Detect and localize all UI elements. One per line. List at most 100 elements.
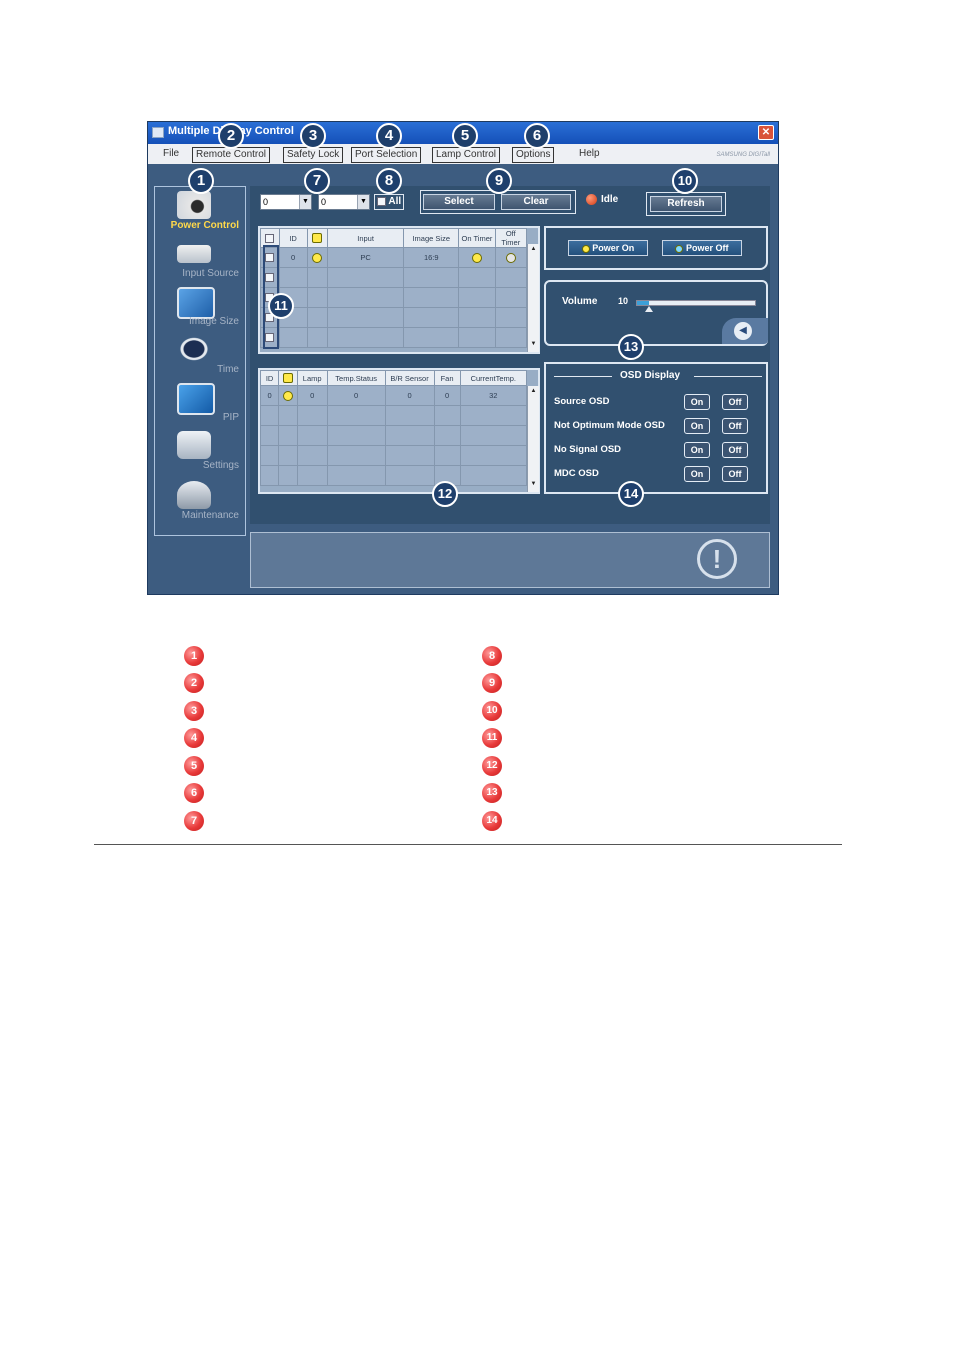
scroll-up-icon[interactable]: ▲ — [528, 244, 539, 255]
select-button[interactable]: Select — [423, 194, 495, 210]
volume-thumb[interactable] — [644, 306, 653, 312]
table-row[interactable]: 0 PC 16:9 — [260, 247, 528, 268]
table-row[interactable] — [260, 287, 528, 308]
legend-badge-7: 7 — [184, 811, 204, 831]
display-grid: ID Input Image Size On Timer Off Timer 0… — [260, 228, 528, 348]
legend-badge-8: 8 — [482, 646, 502, 666]
sidebar-label: Power Control — [170, 220, 239, 231]
power-on-button[interactable]: Power On — [568, 240, 648, 256]
settings-icon — [177, 431, 211, 459]
status-grid-panel: ID Lamp Temp.Status B/R Sensor Fan Curre… — [258, 368, 540, 494]
legend-badge-6: 6 — [184, 783, 204, 803]
table-row[interactable] — [259, 405, 528, 426]
menu-remote-control[interactable]: Remote Control — [192, 147, 271, 163]
volume-slider[interactable] — [636, 300, 756, 312]
sidebar-label: Image Size — [188, 316, 239, 327]
no-signal-osd-on-button[interactable]: On — [684, 442, 710, 458]
table-row[interactable] — [260, 267, 528, 288]
sidebar-item-input-source[interactable]: Input Source — [155, 237, 245, 285]
power-status-header — [278, 370, 298, 386]
menu-safety-lock[interactable]: Safety Lock — [283, 147, 344, 163]
close-button[interactable]: ✕ — [758, 125, 774, 140]
sidebar-label: Time — [217, 364, 239, 375]
legend-badge-12: 12 — [482, 756, 502, 776]
menu-lamp-control[interactable]: Lamp Control — [432, 147, 501, 163]
source-osd-on-button[interactable]: On — [684, 394, 710, 410]
callout-3: 3 — [300, 123, 326, 149]
column-header: B/R Sensor — [384, 370, 435, 386]
led-icon — [282, 390, 293, 401]
power-status-icon — [282, 373, 293, 383]
legend-badge-3: 3 — [184, 701, 204, 721]
table-row[interactable] — [259, 425, 528, 446]
power-on-label: Power On — [592, 243, 635, 253]
grid2-scrollbar[interactable]: ▲ ▼ — [527, 386, 539, 492]
scroll-up-icon[interactable]: ▲ — [528, 386, 539, 397]
menu-help[interactable]: Help — [576, 147, 603, 161]
refresh-button[interactable]: Refresh — [650, 196, 722, 212]
osd-title-rule — [694, 376, 762, 377]
table-row[interactable] — [260, 327, 528, 348]
scroll-down-icon[interactable]: ▼ — [528, 479, 539, 490]
sidebar-label: Settings — [202, 460, 239, 471]
column-header: Image Size — [403, 228, 460, 248]
legend-badge-9: 9 — [482, 673, 502, 693]
legend-badge-10: 10 — [482, 701, 502, 721]
clock-icon — [177, 335, 211, 363]
cell-id: 0 — [278, 247, 308, 268]
menu-options[interactable]: Options — [512, 147, 555, 163]
sidebar-item-power-control[interactable]: Power Control — [155, 189, 245, 237]
menu-port-selection[interactable]: Port Selection — [351, 147, 422, 163]
led-off-icon — [505, 252, 516, 263]
sidebar-item-maintenance[interactable]: Maintenance — [155, 479, 245, 527]
volume-value: 10 — [618, 296, 629, 306]
callout-6: 6 — [524, 123, 550, 149]
mdc-osd-off-button[interactable]: Off — [722, 466, 748, 482]
grid1-scrollbar[interactable]: ▲ ▼ — [527, 244, 539, 352]
id-from-combo[interactable]: 0 ▼ — [260, 194, 312, 210]
table-row[interactable] — [259, 465, 528, 486]
info-panel: ! — [250, 532, 770, 588]
table-row[interactable]: 0 0 0 0 0 32 — [259, 385, 528, 406]
all-checkbox[interactable]: All — [374, 194, 404, 210]
osd-title: OSD Display — [620, 370, 681, 381]
speaker-icon[interactable]: ◀ — [734, 322, 752, 340]
legend-badge-11: 11 — [482, 728, 502, 748]
source-osd-off-button[interactable]: Off — [722, 394, 748, 410]
table-row[interactable] — [259, 445, 528, 466]
column-header: ID — [278, 228, 308, 248]
clear-button[interactable]: Clear — [501, 194, 571, 210]
sidebar-label: PIP — [222, 412, 239, 423]
volume-fill — [637, 301, 649, 305]
not-optimum-osd-off-button[interactable]: Off — [722, 418, 748, 434]
not-optimum-osd-on-button[interactable]: On — [684, 418, 710, 434]
sidebar-item-time[interactable]: Time — [155, 333, 245, 381]
no-signal-osd-off-button[interactable]: Off — [722, 442, 748, 458]
sidebar-label: Input Source — [182, 268, 239, 279]
sidebar-label: Maintenance — [181, 510, 239, 521]
menu-file[interactable]: File — [160, 147, 182, 161]
osd-panel: OSD Display Source OSD On Off Not Optimu… — [544, 362, 768, 494]
table-row[interactable] — [260, 307, 528, 328]
sidebar-item-pip[interactable]: PIP — [155, 381, 245, 429]
callout-13: 13 — [618, 334, 644, 360]
info-alert-icon: ! — [697, 539, 737, 579]
legend-badge-1: 1 — [184, 646, 204, 666]
power-off-button[interactable]: Power Off — [662, 240, 742, 256]
led-icon — [471, 252, 482, 263]
cell-on-timer — [458, 247, 496, 268]
no-signal-osd-label: No Signal OSD — [554, 444, 622, 455]
sidebar-item-settings[interactable]: Settings — [155, 429, 245, 477]
cell-current-temp: 32 — [459, 385, 528, 406]
mdc-window: Multiple Display Control ✕ File Remote C… — [148, 122, 778, 594]
sidebar-item-image-size[interactable]: Image Size — [155, 285, 245, 333]
led-icon — [312, 252, 323, 263]
power-panel: Power On Power Off — [544, 226, 768, 270]
cell-lamp: 0 — [296, 385, 328, 406]
main-panel: 0 ▼ 0 ▼ All Select Clear Idle Refresh ID — [250, 186, 770, 524]
id-to-combo[interactable]: 0 ▼ — [318, 194, 370, 210]
mdc-osd-on-button[interactable]: On — [684, 466, 710, 482]
callout-12: 12 — [432, 481, 458, 507]
scroll-down-icon[interactable]: ▼ — [528, 339, 539, 350]
cell-temp-status: 0 — [326, 385, 386, 406]
